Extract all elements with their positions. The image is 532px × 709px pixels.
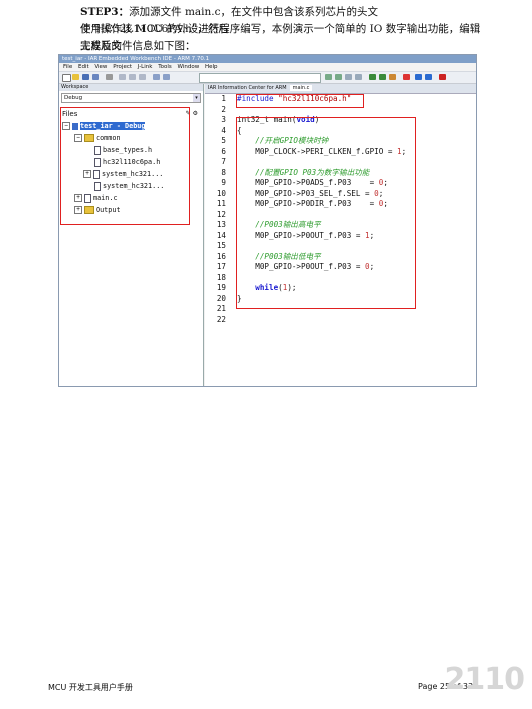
stop-icon[interactable] bbox=[439, 74, 446, 80]
ide-window: test_iar - IAR Embedded Workbench IDE - … bbox=[58, 54, 477, 387]
find-combo[interactable] bbox=[199, 73, 321, 83]
print-icon[interactable] bbox=[106, 74, 113, 80]
tab-main-c[interactable]: main.c bbox=[289, 85, 313, 91]
menu-tools[interactable]: Tools bbox=[158, 64, 172, 70]
workspace-label: Workspace bbox=[59, 84, 203, 91]
new-file-icon[interactable] bbox=[62, 74, 71, 82]
paste-icon[interactable] bbox=[139, 74, 146, 80]
copy-icon[interactable] bbox=[129, 74, 136, 80]
breakpoint-icon[interactable] bbox=[403, 74, 410, 80]
menu-help[interactable]: Help bbox=[205, 64, 218, 70]
bookmark-icon[interactable] bbox=[345, 74, 352, 80]
goto-icon[interactable] bbox=[355, 74, 362, 80]
line-numbers: 1 2 3 4 5 6 7 8 9 10 11 12 13 14 15 16 17 18 19 20 21 22 bbox=[205, 94, 228, 386]
configuration-select[interactable]: Debug ▾ bbox=[61, 93, 201, 103]
download-debug-icon[interactable] bbox=[415, 74, 422, 80]
redo-icon[interactable] bbox=[163, 74, 170, 80]
toolbar bbox=[59, 71, 476, 84]
menu-window[interactable]: Window bbox=[178, 64, 200, 70]
editor-panel: IAR Information Center for ARM main.c 123… bbox=[205, 84, 476, 386]
menu-file[interactable]: File bbox=[63, 64, 72, 70]
cut-icon[interactable] bbox=[119, 74, 126, 80]
save-icon[interactable] bbox=[82, 74, 89, 80]
highlight-files bbox=[60, 107, 190, 225]
save-all-icon[interactable] bbox=[92, 74, 99, 80]
highlight-main bbox=[236, 117, 416, 309]
open-folder-icon[interactable] bbox=[72, 74, 79, 80]
menu-edit[interactable]: Edit bbox=[78, 64, 89, 70]
chevron-down-icon: ▾ bbox=[193, 94, 200, 102]
make-icon[interactable] bbox=[379, 74, 386, 80]
window-title: test_iar - IAR Embedded Workbench IDE - … bbox=[59, 55, 476, 63]
compile-icon[interactable] bbox=[369, 74, 376, 80]
footer-title: MCU 开发工具用户手册 bbox=[48, 683, 133, 692]
menu-bar: File Edit View Project J-Link Tools Wind… bbox=[59, 63, 476, 71]
menu-jlink[interactable]: J-Link bbox=[138, 64, 153, 70]
debug-no-download-icon[interactable] bbox=[425, 74, 432, 80]
menu-project[interactable]: Project bbox=[113, 64, 132, 70]
workspace-panel: Workspace Debug ▾ Files ✎ ⚙ − test_iar - D… bbox=[59, 84, 204, 386]
editor-tabs: IAR Information Center for ARM main.c bbox=[205, 84, 476, 94]
undo-icon[interactable] bbox=[153, 74, 160, 80]
tab-info-center[interactable]: IAR Information Center for ARM bbox=[205, 85, 290, 91]
menu-view[interactable]: View bbox=[94, 64, 107, 70]
find-next-icon[interactable] bbox=[335, 74, 342, 80]
step3-line3: 工程及文件信息如下图： bbox=[80, 40, 196, 52]
watermark-logo: 2110 bbox=[444, 662, 525, 697]
find-icon[interactable] bbox=[325, 74, 332, 80]
stop-build-icon[interactable] bbox=[389, 74, 396, 80]
highlight-include bbox=[236, 94, 364, 108]
